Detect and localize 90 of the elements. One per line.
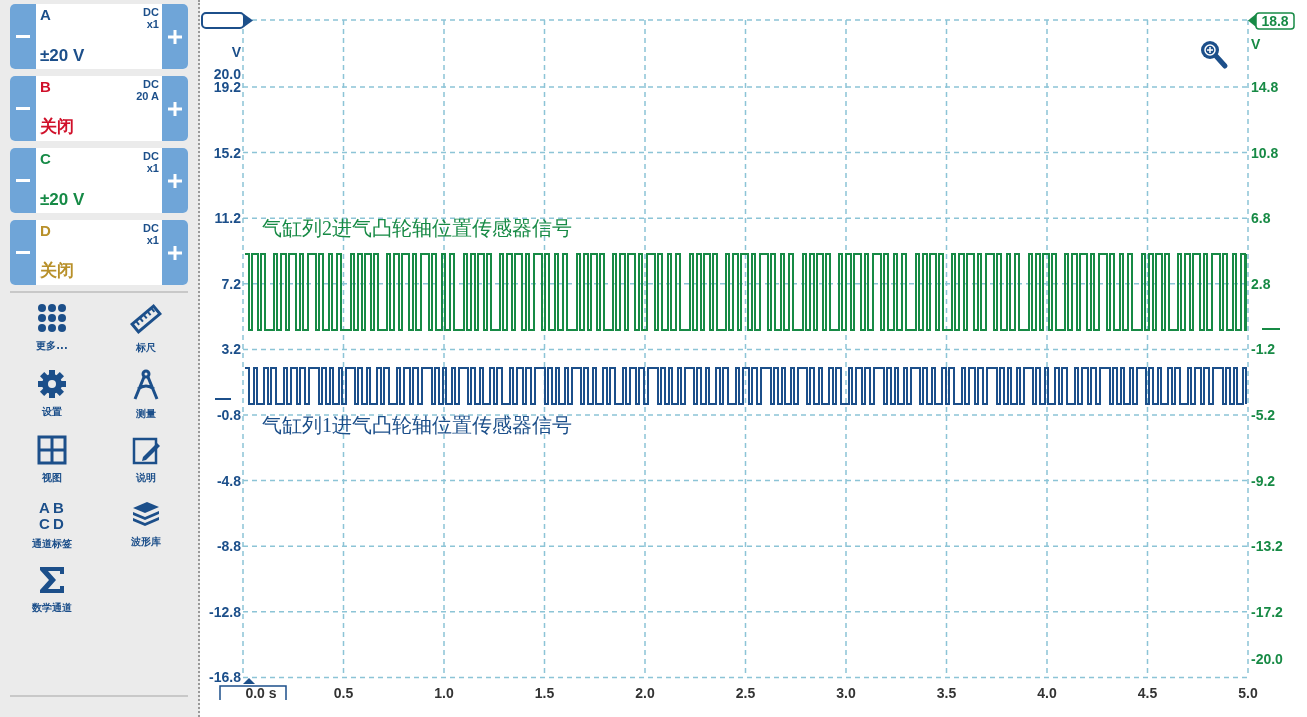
axis-tick-label: -8.8 [216,538,241,555]
tool-button[interactable]: 波形库 [104,499,188,551]
axis-tick-label: -12.8 [209,603,241,620]
range-reading: ±20 V [40,46,86,66]
axis-tick-label: 2.0 [635,685,655,701]
decrease-button[interactable] [10,4,36,69]
axis-tick-label: 1.5 [534,685,555,701]
decrease-button[interactable] [10,76,36,141]
axis-tick-label: -4.8 [216,472,241,489]
tool-button[interactable]: 测量 [104,369,188,421]
tool-button[interactable]: 标尺 [104,303,188,355]
increase-button[interactable] [162,148,188,213]
signal-label: 气缸列2进气凸轮轴位置传感器信号 [262,217,572,239]
ruler-icon [130,303,162,335]
increase-button[interactable] [162,4,188,69]
axis-tick-label: -0.8 [216,407,241,423]
coupling-label: DC [143,6,159,18]
axis-tick-label: -16.8 [209,669,241,686]
grid-dots-icon [37,303,67,333]
probe-label: x1 [145,162,159,174]
axis-tick-label: 3.5 [936,685,957,701]
plus-icon [168,101,182,116]
minus-icon [16,178,30,183]
probe-label: x1 [145,234,159,246]
axis-tick-label: 5.0 [1238,685,1258,701]
channel-name: C [40,150,52,167]
minus-icon [16,106,30,111]
book-stack-icon [131,499,161,529]
axis-tick-label: -17.2 [1251,603,1283,620]
axis-tick-label: -9.2 [1251,472,1276,489]
axis-tick-label: 4.0 [1037,685,1057,701]
tool-button[interactable]: 说明 [104,435,188,485]
axis-tick-label: 2.8 [1251,275,1271,292]
range-reading: ±20 V [40,190,86,210]
range-reading: 关闭 [40,260,75,282]
axis-tick-label: -5.2 [1251,407,1276,423]
plus-icon [168,245,182,260]
offset-marker [214,398,232,400]
axis-tick-label: 11.2 [214,210,241,227]
axis-tick-label: 15.2 [213,144,241,161]
coupling-label: DC [143,222,159,234]
axis-tick-label: 3.0 [836,685,856,701]
tool-button[interactable]: A B C D 通道标签 [10,499,94,551]
axis-tick-label: 20.0 [213,66,241,82]
channel-name: D [40,222,52,239]
plus-icon [168,29,182,44]
letters-icon: A B C D [37,499,67,531]
axis-tick-label: 4.5 [1137,685,1158,701]
range-reading: 关闭 [40,116,75,138]
tool-button[interactable]: 更多... [10,303,94,355]
axis-tick-label: 1.0 [434,685,454,701]
tool-button[interactable]: 视图 [10,435,94,485]
channel-name: B [40,78,52,95]
plus-icon [168,173,182,188]
minus-icon [16,34,30,39]
compass-icon [131,369,161,401]
axis-tick-label: 19.2 [213,79,241,95]
sigma-icon [38,565,66,595]
settings-icon [37,369,67,399]
decrease-button[interactable] [10,148,36,213]
channel-name: A [40,6,52,23]
grid-view-icon [37,435,67,465]
axis-tick-label: 0.0 s [245,685,277,701]
axis-tick-label: 14.8 [1251,79,1279,95]
axis-tick-label: 7.2 [221,275,241,292]
axis-unit: V [231,44,241,60]
minus-icon [16,250,30,255]
axis-tick-label: 0.5 [333,685,354,701]
tool-button[interactable]: 设置 [10,369,94,421]
probe-label: 20 A [136,90,159,102]
axis-unit: V [1251,36,1261,52]
offset-marker [1261,328,1281,330]
axis-tick-label: -1.2 [1251,341,1276,358]
axis-tick-label: -20.0 [1251,651,1283,667]
axis-tick-label: 3.2 [221,341,241,358]
channel-marker-icon[interactable] [201,12,253,29]
coupling-label: DC [142,78,159,90]
zoom-icon[interactable] [1201,41,1228,69]
axis-tick-label: 10.8 [1251,144,1279,161]
axis-tick-label: 2.5 [735,685,756,701]
probe-label: x1 [145,18,159,30]
increase-button[interactable] [162,220,188,285]
increase-button[interactable] [162,76,188,141]
tool-button[interactable]: 数学通道 [10,565,94,615]
decrease-button[interactable] [10,220,36,285]
signal-label: 气缸列1进气凸轮轴位置传感器信号 [262,414,572,436]
coupling-label: DC [143,150,159,162]
axis-tick-label: 6.8 [1251,210,1271,227]
notepad-pencil-icon [131,435,161,465]
axis-tick-label: -13.2 [1251,538,1283,555]
